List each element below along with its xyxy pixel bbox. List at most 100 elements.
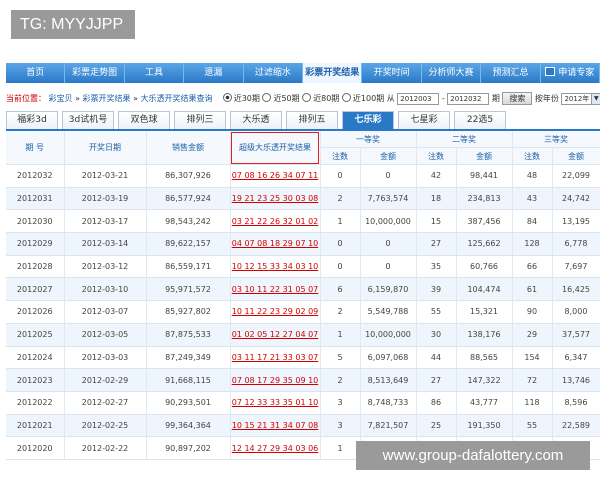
cell-c2: 55 <box>416 300 457 324</box>
cell-c3: 66 <box>512 255 553 279</box>
tab-ssq[interactable]: 双色球 <box>118 111 170 129</box>
cell-a3: 22,589 <box>552 414 600 438</box>
breadcrumb-section[interactable]: 彩票开奖结果 <box>83 94 131 103</box>
tab-pl5[interactable]: 排列五 <box>286 111 338 129</box>
tab-qlc[interactable]: 七乐彩 <box>342 111 394 129</box>
header-period: 期 号 <box>6 131 65 165</box>
radio-30[interactable] <box>222 93 232 102</box>
table-row: 2012029 2012-03-14 89,622,157 04 07 08 18 2… <box>6 232 600 256</box>
from-label: 从 <box>386 94 395 103</box>
main-nav: 首页 彩票走势图 工具 遗漏 过滤缩水 彩票开奖结果 开奖时间 分析师大赛 预测… <box>6 63 600 83</box>
cell-period: 2012020 <box>6 436 65 460</box>
cell-period: 2012028 <box>6 255 65 279</box>
cell-c3: 84 <box>512 209 553 234</box>
to-period-input[interactable]: 2012032 <box>447 92 490 105</box>
nav-trend-chart[interactable]: 彩票走势图 <box>65 63 125 83</box>
cell-a2: 98,441 <box>456 164 513 188</box>
cell-result[interactable]: 04 07 08 18 29 07 10 <box>230 232 321 256</box>
cell-result[interactable]: 12 14 27 29 34 03 06 <box>230 436 321 460</box>
header-amount: 金额 <box>456 147 513 165</box>
nav-tools[interactable]: 工具 <box>125 63 185 83</box>
cell-c3: 29 <box>512 323 553 347</box>
nav-draw-time[interactable]: 开奖时间 <box>362 63 422 83</box>
cell-c3: 118 <box>512 391 553 415</box>
cell-result[interactable]: 07 12 33 33 35 01 10 <box>230 391 321 415</box>
cell-date: 2012-03-17 <box>64 209 147 234</box>
cell-result[interactable]: 07 08 17 29 35 09 10 <box>230 368 321 392</box>
cell-a1: 0 <box>360 164 417 188</box>
cell-result[interactable]: 10 12 15 33 34 03 10 <box>230 255 321 279</box>
cell-date: 2012-03-14 <box>64 232 147 256</box>
cell-date: 2012-02-25 <box>64 414 147 438</box>
cell-period: 2012027 <box>6 277 65 302</box>
table-row: 2012024 2012-03-03 87,249,349 03 11 17 21 3… <box>6 346 600 370</box>
nav-home[interactable]: 首页 <box>6 63 66 83</box>
cell-c3: 90 <box>512 300 553 324</box>
tab-qxc[interactable]: 七星彩 <box>398 111 450 129</box>
table-row: 2012030 2012-03-17 98,543,242 03 21 22 26 3… <box>6 209 600 234</box>
header-amount: 金额 <box>360 147 417 165</box>
radio-100[interactable] <box>341 93 351 102</box>
cell-period: 2012021 <box>6 414 65 438</box>
cell-a2: 138,176 <box>456 323 513 347</box>
cell-a1: 0 <box>360 255 417 279</box>
cell-c3: 128 <box>512 232 553 256</box>
nav-prediction-summary[interactable]: 预测汇总 <box>481 63 541 83</box>
cell-c3: 61 <box>512 277 553 302</box>
nav-omission[interactable]: 遗漏 <box>184 63 244 83</box>
nav-filter[interactable]: 过滤缩水 <box>244 63 304 83</box>
cell-c2: 27 <box>416 368 457 392</box>
cell-sales: 91,668,115 <box>146 368 231 392</box>
cell-sales: 95,971,572 <box>146 277 231 302</box>
cell-sales: 85,927,802 <box>146 300 231 324</box>
tab-dlt[interactable]: 大乐透 <box>230 111 282 129</box>
chevron-down-icon[interactable]: ▼ <box>592 92 600 105</box>
tab-22x5[interactable]: 22选5 <box>454 111 506 129</box>
watermark-bottom: www.group-dafalottery.com <box>356 441 590 470</box>
cell-result[interactable]: 03 11 17 21 33 03 07 <box>230 346 321 370</box>
tab-pl3[interactable]: 排列三 <box>174 111 226 129</box>
cell-result[interactable]: 01 02 05 12 27 04 07 <box>230 323 321 347</box>
period-label: 期 <box>491 94 500 103</box>
search-button[interactable]: 搜索 <box>502 92 533 105</box>
cell-c1: 2 <box>320 187 361 211</box>
cell-sales: 87,875,533 <box>146 323 231 347</box>
cell-result[interactable]: 03 10 11 22 31 05 07 <box>230 277 321 302</box>
cell-a3: 22,099 <box>552 164 600 188</box>
cell-sales: 98,543,242 <box>146 209 231 234</box>
nav-apply-expert[interactable]: 申请专家 <box>541 63 600 83</box>
breadcrumb-sep: » <box>75 94 80 103</box>
cell-a3: 8,000 <box>552 300 600 324</box>
cell-a3: 16,425 <box>552 277 600 302</box>
from-period-input[interactable]: 2012003 <box>397 92 440 105</box>
radio-80[interactable] <box>302 93 312 102</box>
cell-a1: 10,000,000 <box>360 323 417 347</box>
cell-a1: 7,763,574 <box>360 187 417 211</box>
year-select[interactable]: 2012年 <box>561 92 593 105</box>
cell-date: 2012-02-27 <box>64 391 147 415</box>
cell-result[interactable]: 03 21 22 26 32 01 02 <box>230 209 321 234</box>
header-count: 注数 <box>320 147 361 165</box>
cell-c2: 25 <box>416 414 457 438</box>
cell-a3: 7,697 <box>552 255 600 279</box>
cell-sales: 90,897,202 <box>146 436 231 460</box>
cell-result[interactable]: 07 08 16 26 34 07 11 <box>230 164 321 188</box>
cell-result[interactable]: 10 15 21 31 34 07 08 <box>230 414 321 438</box>
nav-lottery-results[interactable]: 彩票开奖结果 <box>303 63 363 83</box>
tab-3d-test[interactable]: 3d试机号 <box>62 111 114 129</box>
cell-sales: 99,364,364 <box>146 414 231 438</box>
cell-a2: 147,322 <box>456 368 513 392</box>
cell-period: 2012024 <box>6 346 65 370</box>
cell-result[interactable]: 10 11 22 23 29 02 09 <box>230 300 321 324</box>
header-first-prize: 一等奖 <box>320 131 417 148</box>
radio-50[interactable] <box>262 93 272 102</box>
cell-c1: 3 <box>320 414 361 438</box>
cell-result[interactable]: 19 21 23 25 30 03 08 <box>230 187 321 211</box>
cell-a1: 6,159,870 <box>360 277 417 302</box>
breadcrumb-home[interactable]: 彩宝贝 <box>49 94 73 103</box>
tab-fc3d[interactable]: 福彩3d <box>6 111 58 129</box>
nav-analyst-contest[interactable]: 分析师大赛 <box>422 63 482 83</box>
cell-date: 2012-02-29 <box>64 368 147 392</box>
table-row: 2012028 2012-03-12 86,559,171 10 12 15 33 3… <box>6 255 600 279</box>
table-row: 2012025 2012-03-05 87,875,533 01 02 05 12 2… <box>6 323 600 347</box>
